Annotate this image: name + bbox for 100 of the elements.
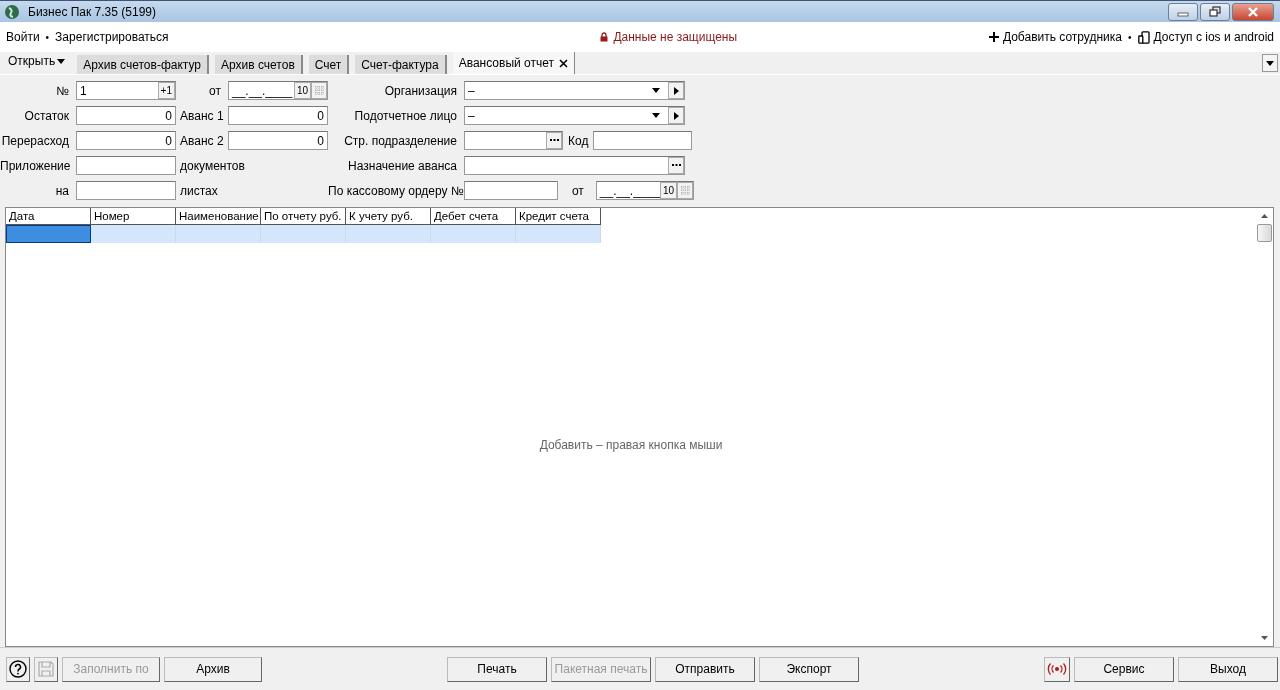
field-value: 0 [164,108,173,123]
column-header[interactable]: Наименование [176,208,261,225]
top-link[interactable]: Добавить сотрудника [1002,30,1122,44]
browse-button[interactable] [546,132,562,149]
close-icon [559,58,568,68]
open-button[interactable] [668,107,684,124]
help-icon [9,660,27,678]
date-field[interactable]: __.__.____ 10 [228,81,328,100]
calendar-icon [314,86,324,95]
today-button[interactable]: 10 [293,82,311,99]
overspend-field[interactable]: 0 [76,131,176,150]
caret-icon [1266,60,1274,66]
date-field[interactable]: __.__.____ 10 [595,181,694,200]
today-button[interactable]: 10 [659,182,677,199]
column-header[interactable]: По отчету руб. [261,208,346,225]
plus-icon [988,32,999,42]
column-header[interactable]: Кредит счета [516,208,601,225]
field-label: на [54,183,70,198]
column-header[interactable]: Дебет счета [431,208,516,225]
advance-field[interactable]: 0 [228,106,328,125]
security-status: Данные не защищены [613,30,738,44]
top-link[interactable]: Доступ с ios и android [1153,30,1274,44]
division-field[interactable] [464,131,563,150]
organization-dropdown[interactable]: – [464,81,685,100]
advance-field[interactable]: 0 [228,131,328,150]
toolbar-button[interactable]: Выход [1178,656,1278,682]
tab[interactable]: Счет-фактура [355,55,447,74]
balance-field[interactable]: 0 [76,106,176,125]
caret-icon [652,88,660,93]
field-label: Остаток [23,108,70,123]
cash-order-field[interactable] [464,181,558,200]
restore-icon [1209,6,1221,17]
field-label: № [55,83,70,98]
field-value: 0 [316,133,325,148]
close-button[interactable] [1232,2,1274,21]
increment-button[interactable]: +1 [157,82,175,99]
field-label: Аванс 1 [179,108,225,123]
purpose-field[interactable] [464,156,685,175]
ellipsis-icon [549,139,559,142]
tab[interactable]: Архив счетов-фактур [77,55,209,74]
column-header[interactable]: Дата [6,208,91,225]
ellipsis-icon [671,164,681,167]
toolbar-button[interactable]: Архив [164,656,262,682]
window-title: Бизнес Пак 7.35 (5199) [28,4,156,19]
top-link[interactable]: Зарегистрироваться [55,30,169,44]
field-label: По кассовому ордеру № [328,183,464,198]
connection-button[interactable] [1044,656,1070,682]
broadcast-icon [1047,663,1067,675]
field-label: Подотчетное лицо [353,108,458,123]
lock-icon [600,32,609,42]
field-value: 0 [164,133,173,148]
column-header[interactable]: К учету руб. [346,208,431,225]
toolbar-button[interactable]: Сервис [1074,656,1174,682]
restore-button[interactable] [1200,2,1230,21]
toolbar-button[interactable]: Отправить [655,656,755,682]
tab-list-button[interactable] [1262,54,1278,72]
field-label: документов [179,158,246,173]
field-label: Организация [383,83,458,98]
open-menu-button[interactable]: Открыть [4,54,72,72]
person-dropdown[interactable]: – [464,106,685,125]
field-value: __.__.____ [231,83,294,98]
separator-dot: • [45,31,50,43]
column-header[interactable]: Номер [91,208,176,225]
caret-icon [57,58,66,64]
calendar-icon [680,186,690,195]
play-arrow-icon [673,111,679,120]
field-label: от [570,183,585,198]
toolbar-button[interactable]: Печать [447,656,547,682]
scroll-thumb[interactable] [1257,224,1272,242]
table-cell[interactable] [6,225,91,243]
attachment-field[interactable] [76,156,176,175]
field-label: листах [179,183,219,198]
field-label: Приложение [0,158,72,173]
field-value: – [467,83,476,98]
minimize-button[interactable] [1168,2,1198,21]
field-label: Назначение аванса [347,158,458,173]
scroll-down-icon [1261,636,1268,640]
field-value: – [467,108,476,123]
top-link[interactable]: Войти [6,30,40,44]
tab[interactable]: Архив счетов [215,55,303,74]
caret-icon [652,113,660,118]
close-icon [1247,6,1259,17]
number-field[interactable]: 1 +1 [76,81,176,100]
browse-button[interactable] [668,157,684,174]
help-button[interactable] [6,656,30,682]
sheets-field[interactable] [76,181,176,200]
field-value: 0 [316,108,325,123]
tab[interactable]: Авансовый отчет [452,52,575,74]
globe-icon [4,3,20,20]
code-field[interactable] [593,131,693,150]
play-arrow-icon [673,86,679,95]
field-label: Стр. подразделение [343,133,458,148]
field-value: 1 [79,83,88,98]
field-value: __.__.____ [598,183,660,198]
field-label: Перерасход [0,133,70,148]
toolbar-button[interactable]: Экспорт [759,656,859,682]
open-button[interactable] [668,82,684,99]
empty-hint: Добавить – правая кнопка мыши [539,437,723,452]
tab[interactable]: Счет [308,55,350,74]
field-label: Аванс 2 [179,133,225,148]
